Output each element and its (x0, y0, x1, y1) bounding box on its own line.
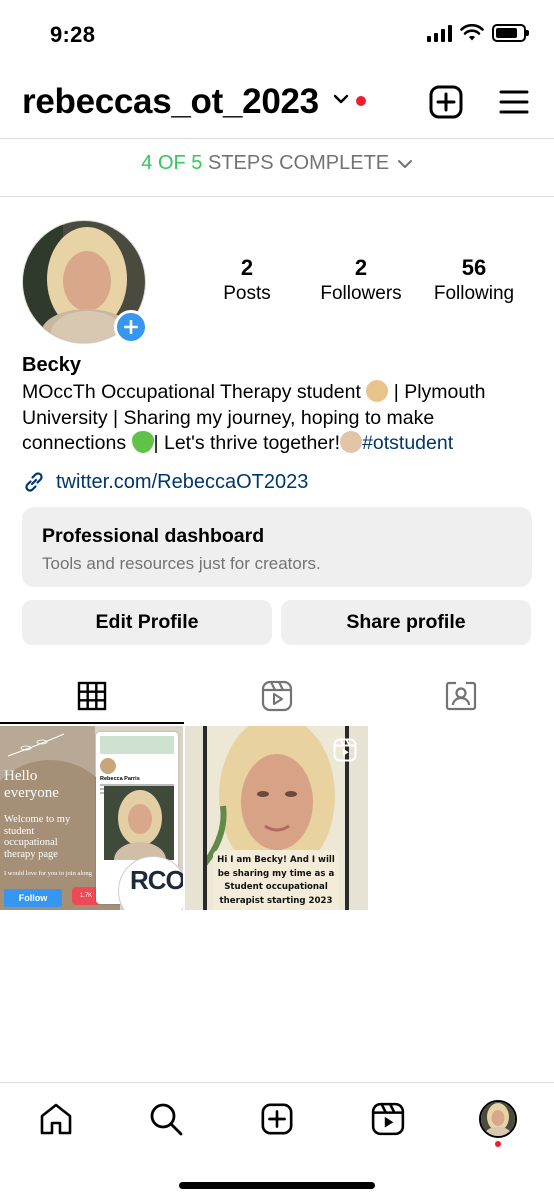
profile-header: rebeccas_ot_2023 (0, 78, 554, 130)
hamburger-menu-icon[interactable] (496, 84, 532, 120)
post-card-name: Rebecca Parris (100, 776, 140, 782)
posts-stat[interactable]: 2 Posts (206, 256, 288, 308)
plus-square-icon[interactable] (428, 84, 464, 120)
status-bar: 9:28 (0, 0, 554, 70)
dashboard-subtitle: Tools and resources just for creators. (42, 554, 321, 573)
profile-bio: MOccTh Occupational Therapy student | Pl… (22, 380, 532, 457)
tab-reels[interactable] (185, 668, 369, 724)
following-label: Following (433, 283, 515, 304)
wifi-icon (460, 24, 484, 41)
reel-thumbnail[interactable]: Hi I am Becky! And I will be sharing my … (185, 726, 368, 910)
leaf-decoration-icon (7, 733, 65, 757)
reel-caption: Hi I am Becky! And I will be sharing my … (213, 850, 339, 910)
post-thumbnail[interactable]: Hello everyone Welcome to my student occ… (0, 726, 183, 910)
plus-square-icon (261, 1103, 293, 1135)
chevron-down-icon (397, 159, 412, 168)
profile-tabs (0, 668, 554, 724)
nav-reels[interactable] (368, 1099, 408, 1139)
post-photo (104, 786, 174, 860)
battery-icon (492, 24, 529, 42)
post-welcome-text: Welcome to my student occupational thera… (4, 814, 71, 860)
nav-search[interactable] (146, 1099, 186, 1139)
share-profile-button[interactable]: Share profile (281, 600, 531, 645)
reel-icon (333, 738, 357, 762)
status-time: 9:28 (50, 22, 96, 47)
bio-hashtag[interactable]: #otstudent (362, 432, 453, 454)
bio-text: | Let's thrive together! (153, 432, 341, 454)
divider (0, 138, 554, 139)
notification-dot (356, 96, 366, 106)
dashboard-title: Professional dashboard (42, 525, 265, 547)
followers-stat[interactable]: 2 Followers (310, 256, 412, 308)
nav-profile[interactable] (478, 1099, 518, 1139)
professional-dashboard[interactable]: Professional dashboard Tools and resourc… (22, 507, 532, 587)
tab-tagged[interactable] (369, 668, 553, 724)
posts-label: Posts (223, 283, 271, 304)
chevron-down-icon[interactable] (332, 92, 350, 106)
tagged-person-icon (445, 681, 477, 711)
home-icon (40, 1103, 72, 1135)
signal-icon (427, 24, 452, 42)
post-follow-label: Follow (4, 889, 62, 907)
followers-label: Followers (320, 283, 402, 304)
waving-hand-icon (340, 431, 363, 453)
status-icons (427, 24, 529, 42)
following-count: 56 (461, 255, 487, 280)
tab-grid[interactable] (0, 668, 184, 724)
followers-count: 2 (354, 255, 368, 280)
reels-icon (371, 1102, 405, 1136)
steps-complete[interactable]: 4 OF 5 STEPS COMPLETE (0, 152, 554, 175)
avatar (479, 1100, 517, 1138)
post-join-text: I would love for you to join along (4, 870, 92, 877)
steps-done: 4 OF 5 (141, 152, 203, 174)
add-story-button[interactable] (114, 310, 148, 344)
grid-icon (77, 681, 107, 711)
profile-link-text[interactable]: twitter.com/RebeccaOT2023 (56, 471, 308, 494)
person-emoji-icon (366, 380, 389, 402)
post-hello-text: Hello everyone (4, 768, 59, 801)
nav-home[interactable] (36, 1099, 76, 1139)
edit-profile-button[interactable]: Edit Profile (22, 600, 272, 645)
plus-icon (124, 320, 138, 334)
reels-icon (261, 680, 293, 712)
search-icon (150, 1103, 183, 1136)
posts-count: 2 (240, 255, 254, 280)
profile-avatar[interactable] (22, 220, 148, 344)
account-username[interactable]: rebeccas_ot_2023 (22, 82, 319, 122)
green-heart-icon (131, 431, 154, 453)
display-name: Becky (22, 354, 81, 376)
active-tab-indicator (0, 722, 184, 724)
bio-text: MOccTh Occupational Therapy student (22, 381, 367, 403)
steps-label: STEPS COMPLETE (202, 152, 390, 174)
home-indicator (179, 1182, 375, 1189)
notification-dot (495, 1141, 501, 1147)
rcot-logo-text: RCOT (130, 865, 183, 895)
link-icon (25, 472, 43, 492)
profile-link[interactable]: twitter.com/RebeccaOT2023 (22, 470, 308, 494)
divider (0, 196, 554, 197)
following-stat[interactable]: 56 Following (424, 256, 524, 308)
nav-create[interactable] (257, 1099, 297, 1139)
